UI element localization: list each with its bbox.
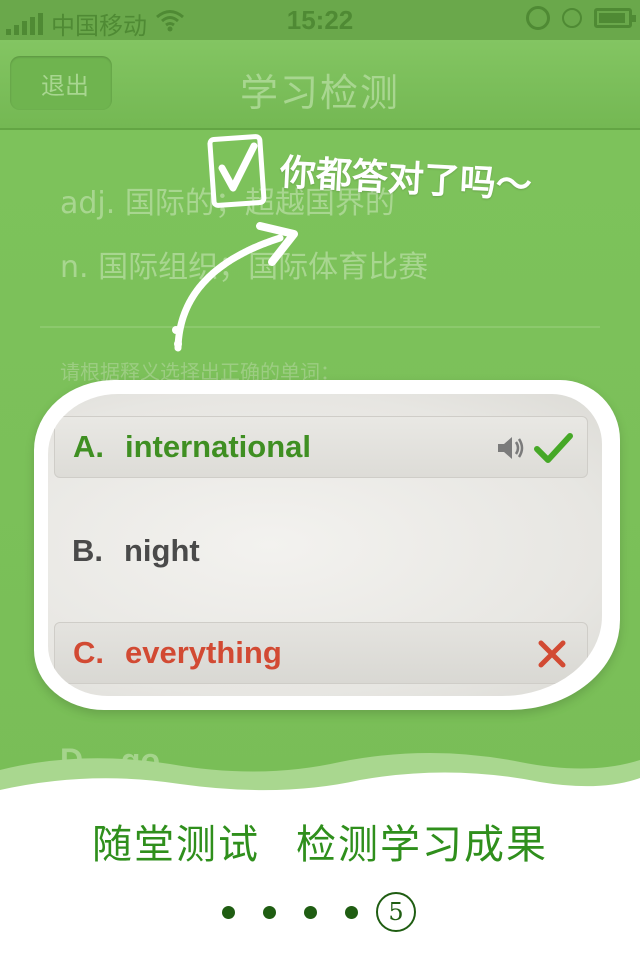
- option-word: international: [125, 429, 312, 464]
- option-word: everything: [125, 635, 282, 670]
- rotation-lock-icon: [526, 6, 550, 30]
- page-dot[interactable]: [263, 905, 276, 919]
- tutorial-screen: 中国移动 15:22 退出 学习检测 adj. 国际的；超越国界的 n. 国际组…: [0, 0, 640, 960]
- current-page-indicator[interactable]: 5: [376, 892, 416, 932]
- option-b[interactable]: B. night: [54, 520, 588, 582]
- speaker-icon[interactable]: [495, 433, 525, 463]
- option-a[interactable]: A. international: [54, 416, 588, 478]
- close-icon: [538, 640, 566, 668]
- wave-divider: [0, 753, 640, 820]
- option-letter: C.: [73, 635, 104, 670]
- alarm-icon: [562, 8, 582, 28]
- page-dot[interactable]: [345, 905, 358, 919]
- page-dot[interactable]: [304, 905, 317, 919]
- pointer-arrow-icon: [172, 222, 298, 352]
- caption-part-1: 随堂测试: [92, 822, 260, 868]
- option-word: night: [124, 533, 200, 568]
- option-letter: A.: [73, 429, 104, 464]
- status-bar: 中国移动 15:22: [0, 0, 640, 40]
- option-c[interactable]: C. everything: [54, 622, 588, 684]
- feature-caption: 随堂测试 检测学习成果: [0, 812, 640, 870]
- navigation-bar: 退出 学习检测: [0, 40, 640, 130]
- caption-part-2: 检测学习成果: [296, 822, 548, 868]
- page-title: 学习检测: [239, 71, 400, 115]
- check-icon: [534, 433, 573, 463]
- page-dot[interactable]: [222, 905, 235, 919]
- option-letter: B.: [72, 533, 103, 568]
- answer-options: A. international B. night C. everything: [48, 394, 602, 696]
- checkbox-icon: [206, 132, 268, 212]
- battery-icon: [594, 8, 636, 28]
- page-indicator[interactable]: 5: [222, 892, 416, 932]
